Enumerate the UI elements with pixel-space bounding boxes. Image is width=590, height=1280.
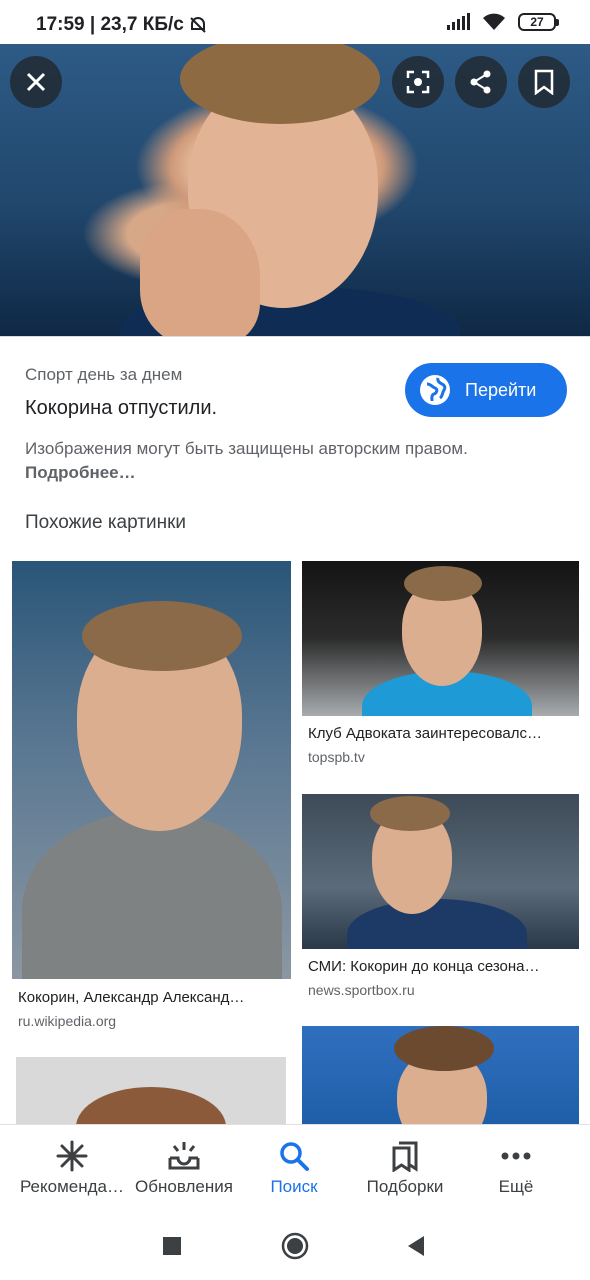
similar-domain-3: news.sportbox.ru xyxy=(308,982,415,998)
similar-item-3[interactable]: СМИ: Кокорин до конца сезона… news.sport… xyxy=(302,794,579,1009)
goto-button[interactable]: Перейти xyxy=(405,363,567,417)
nav-label-more: Ещё xyxy=(498,1177,534,1196)
home-button[interactable] xyxy=(277,1228,313,1264)
similar-heading: Похожие картинки xyxy=(25,512,186,533)
image-title[interactable]: Кокорина отпустили. xyxy=(25,397,217,420)
similar-caption-2: Клуб Адвоката заинтересовалс… xyxy=(308,725,542,742)
similar-image-1[interactable] xyxy=(12,561,291,979)
nav-search[interactable]: Поиск xyxy=(244,1125,344,1211)
similar-image-3[interactable] xyxy=(302,794,579,949)
recents-button[interactable] xyxy=(154,1228,190,1264)
nav-label-recommendations: Рекоменда… xyxy=(19,1177,125,1196)
similar-domain-2: topspb.tv xyxy=(308,749,365,765)
bottom-navigation: Рекоменда… Обновления Поиск Подборки Ещё xyxy=(0,1124,590,1210)
similar-item-5[interactable] xyxy=(302,1026,579,1124)
close-icon xyxy=(26,72,46,92)
system-navigation-bar xyxy=(0,1210,590,1280)
nav-more[interactable]: Ещё xyxy=(466,1125,566,1211)
back-icon xyxy=(408,1236,424,1256)
similar-image-4[interactable] xyxy=(16,1057,286,1124)
similar-domain-1: ru.wikipedia.org xyxy=(18,1013,117,1029)
main-image[interactable] xyxy=(0,44,590,336)
similar-image-5[interactable] xyxy=(302,1026,579,1124)
copyright-text: Изображения могут быть защищены авторски… xyxy=(25,439,468,458)
bookmark-button[interactable] xyxy=(518,56,570,108)
nav-label-collections: Подборки xyxy=(366,1177,444,1196)
share-icon xyxy=(470,70,491,94)
copyright-notice: Изображения могут быть защищены авторски… xyxy=(25,437,565,485)
similar-image-2[interactable] xyxy=(302,561,579,716)
similar-caption-1: Кокорин, Александр Александ… xyxy=(18,989,245,1006)
share-button[interactable] xyxy=(455,56,507,108)
similar-caption-3: СМИ: Кокорин до конца сезона… xyxy=(308,958,540,975)
similar-item-2[interactable]: Клуб Адвоката заинтересовалс… topspb.tv xyxy=(302,561,579,776)
status-time-speed: 17:59 | 23,7 КБ/с xyxy=(36,14,184,35)
more-icon xyxy=(501,1152,531,1160)
lens-button[interactable] xyxy=(392,56,444,108)
collections-icon xyxy=(392,1141,418,1172)
goto-label: Перейти xyxy=(465,379,537,400)
updates-icon xyxy=(168,1142,200,1170)
image-source[interactable]: Спорт день за днем xyxy=(25,365,182,385)
battery-level: 27 xyxy=(530,15,544,29)
signal-icon xyxy=(447,13,470,30)
battery-icon: 27 xyxy=(518,13,559,31)
back-button[interactable] xyxy=(398,1228,434,1264)
nav-updates[interactable]: Обновления xyxy=(128,1125,240,1211)
image-info-panel: Спорт день за днем Кокорина отпустили. П… xyxy=(0,336,590,536)
bookmark-icon xyxy=(534,69,554,95)
recents-icon xyxy=(163,1237,181,1255)
lens-icon xyxy=(406,70,430,94)
search-icon xyxy=(280,1142,309,1171)
more-link[interactable]: Подробнее… xyxy=(25,463,136,482)
nav-label-updates: Обновления xyxy=(135,1177,233,1196)
asterisk-icon xyxy=(56,1140,88,1172)
close-button[interactable] xyxy=(10,56,62,108)
similar-item-4[interactable] xyxy=(16,1057,286,1124)
nav-recommendations[interactable]: Рекоменда… xyxy=(16,1125,128,1211)
globe-icon xyxy=(420,375,450,405)
nav-label-search: Поиск xyxy=(270,1177,318,1196)
wifi-icon xyxy=(483,13,505,30)
alarm-off-icon xyxy=(190,16,206,33)
home-icon xyxy=(281,1232,309,1260)
status-bar: 17:59 | 23,7 КБ/с 27 xyxy=(0,0,590,44)
similar-item-1[interactable]: Кокорин, Александр Александ… ru.wikipedi… xyxy=(12,561,291,1041)
nav-collections[interactable]: Подборки xyxy=(355,1125,455,1211)
